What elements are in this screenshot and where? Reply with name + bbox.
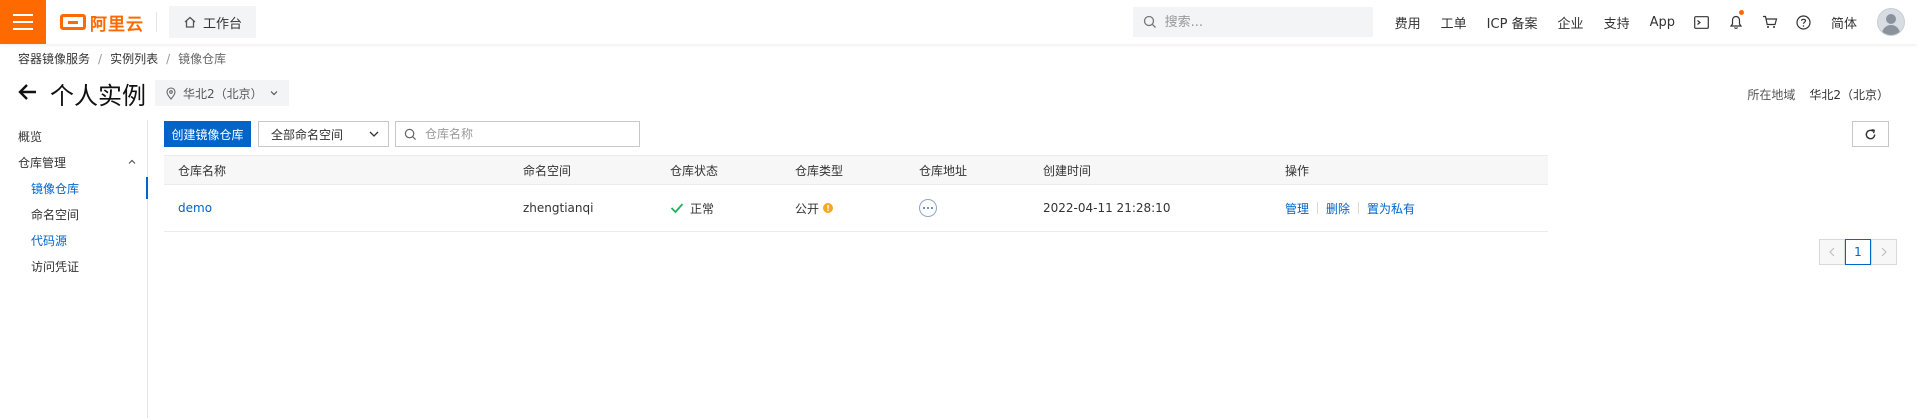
- repo-actions: 管理 删除 置为私有: [1285, 185, 1415, 231]
- search-icon: [404, 128, 417, 140]
- page-number[interactable]: 1: [1845, 239, 1871, 265]
- topbar-link-support[interactable]: 支持: [1594, 13, 1640, 32]
- column-header-address: 仓库地址: [919, 163, 968, 178]
- cart-icon[interactable]: [1753, 0, 1787, 44]
- table-header: 仓库名称 命名空间 仓库状态 仓库类型 仓库地址 创建时间 操作: [164, 155, 1548, 185]
- more-icon[interactable]: [919, 199, 937, 217]
- user-avatar[interactable]: [1877, 8, 1905, 36]
- chevron-down-icon: [369, 131, 379, 137]
- column-header-namespace: 命名空间: [523, 163, 572, 178]
- repo-created-time: 2022-04-11 21:28:10: [1043, 201, 1171, 215]
- global-search-input[interactable]: [1164, 14, 1355, 30]
- topbar-link-billing[interactable]: 费用: [1385, 13, 1431, 32]
- repo-status-text: 正常: [690, 201, 715, 216]
- column-header-created: 创建时间: [1043, 163, 1092, 178]
- column-header-type: 仓库类型: [795, 163, 844, 178]
- global-search[interactable]: [1132, 7, 1373, 37]
- notification-dot: [1738, 10, 1744, 15]
- column-header-actions: 操作: [1285, 163, 1310, 178]
- aliyun-logo-mark: [60, 14, 86, 30]
- repo-table: 仓库名称 命名空间 仓库状态 仓库类型 仓库地址 创建时间 操作 demo zh…: [164, 155, 1548, 232]
- top-navbar: 阿里云 工作台 费用 工单 ICP 备案 企业 支持 App 简体: [0, 0, 1917, 44]
- repo-type-text: 公开: [795, 201, 820, 216]
- topbar-link-ticket[interactable]: 工单: [1431, 13, 1477, 32]
- breadcrumb-separator: /: [166, 51, 171, 66]
- repo-address: [919, 185, 937, 231]
- sidebar-item-overview[interactable]: 概览: [0, 123, 147, 149]
- breadcrumb-item-registry[interactable]: 容器镜像服务: [18, 50, 90, 67]
- sidebar-item-namespaces[interactable]: 命名空间: [0, 201, 147, 227]
- next-page-button[interactable]: [1871, 239, 1897, 265]
- workbench-button[interactable]: 工作台: [169, 6, 257, 38]
- page-title: 个人实例: [50, 82, 146, 110]
- repo-search[interactable]: [395, 121, 640, 147]
- region-info-value: 华北2（北京）: [1809, 88, 1889, 102]
- delete-link[interactable]: 删除: [1326, 200, 1350, 217]
- topbar-link-app[interactable]: App: [1640, 15, 1685, 30]
- make-private-link[interactable]: 置为私有: [1367, 200, 1415, 217]
- namespace-select-value: 全部命名空间: [271, 127, 344, 142]
- breadcrumb: 容器镜像服务 / 实例列表 / 镜像仓库: [18, 50, 226, 67]
- sidebar-item-image-repos[interactable]: 镜像仓库: [0, 175, 148, 201]
- cloud-shell-icon[interactable]: [1685, 0, 1719, 44]
- region-select[interactable]: 华北2（北京）: [155, 80, 289, 106]
- topbar-divider: [156, 12, 157, 32]
- repo-status: 正常: [670, 185, 714, 231]
- aliyun-logo[interactable]: 阿里云: [60, 0, 144, 44]
- topbar-link-enterprise[interactable]: 企业: [1548, 13, 1594, 32]
- workbench-label: 工作台: [203, 16, 243, 32]
- prev-page-button[interactable]: [1819, 239, 1845, 265]
- logo-text: 阿里云: [90, 14, 144, 35]
- sidebar-item-code-source[interactable]: 代码源: [0, 227, 147, 253]
- action-separator: [1358, 202, 1360, 214]
- repo-namespace: zhengtianqi: [523, 201, 594, 215]
- repo-name-link[interactable]: demo: [178, 185, 212, 231]
- create-repo-button[interactable]: 创建镜像仓库: [164, 121, 251, 147]
- breadcrumb-item-repos: 镜像仓库: [178, 52, 227, 66]
- region-select-value: 华北2（北京）: [183, 86, 263, 101]
- table-row: demo zhengtianqi 正常 公开 ! 2022-04-11 21:2…: [164, 185, 1548, 232]
- chevron-up-icon: [128, 159, 136, 164]
- search-icon: [1143, 15, 1156, 28]
- region-info: 所在地域 华北2（北京）: [1747, 86, 1889, 103]
- help-icon[interactable]: [1787, 0, 1821, 44]
- refresh-icon: [1865, 128, 1876, 139]
- topbar-link-icp[interactable]: ICP 备案: [1477, 13, 1548, 32]
- action-separator: [1317, 202, 1319, 214]
- manage-link[interactable]: 管理: [1285, 200, 1309, 217]
- repo-search-input[interactable]: [425, 127, 625, 141]
- namespace-select[interactable]: 全部命名空间: [258, 121, 389, 147]
- bell-icon[interactable]: [1719, 0, 1753, 44]
- column-header-status: 仓库状态: [670, 163, 719, 178]
- chevron-left-icon: [1829, 247, 1835, 257]
- topbar-right: 费用 工单 ICP 备案 企业 支持 App 简体: [1132, 0, 1917, 44]
- region-info-label: 所在地域: [1747, 88, 1796, 102]
- sidebar: 概览 仓库管理 镜像仓库 命名空间 代码源 访问凭证: [0, 120, 148, 418]
- column-header-repo-name: 仓库名称: [178, 163, 227, 178]
- language-switch[interactable]: 简体: [1821, 13, 1867, 32]
- refresh-button[interactable]: [1852, 121, 1889, 147]
- repo-type: 公开 !: [795, 185, 834, 231]
- chevron-right-icon: [1881, 247, 1887, 257]
- check-icon: [670, 203, 684, 214]
- warning-icon[interactable]: !: [823, 203, 834, 213]
- sidebar-item-access-credentials[interactable]: 访问凭证: [0, 253, 147, 279]
- back-arrow-icon[interactable]: [16, 80, 40, 104]
- sidebar-group-label: 仓库管理: [18, 155, 67, 170]
- sidebar-group-repo-manage[interactable]: 仓库管理: [0, 149, 147, 175]
- location-pin-icon: [166, 86, 176, 100]
- chevron-down-icon: [270, 91, 278, 96]
- breadcrumb-item-instances[interactable]: 实例列表: [110, 50, 158, 67]
- menu-hamburger-icon[interactable]: [0, 0, 46, 44]
- pagination: 1: [1819, 239, 1897, 265]
- breadcrumb-separator: /: [98, 51, 103, 66]
- home-icon: [184, 16, 196, 28]
